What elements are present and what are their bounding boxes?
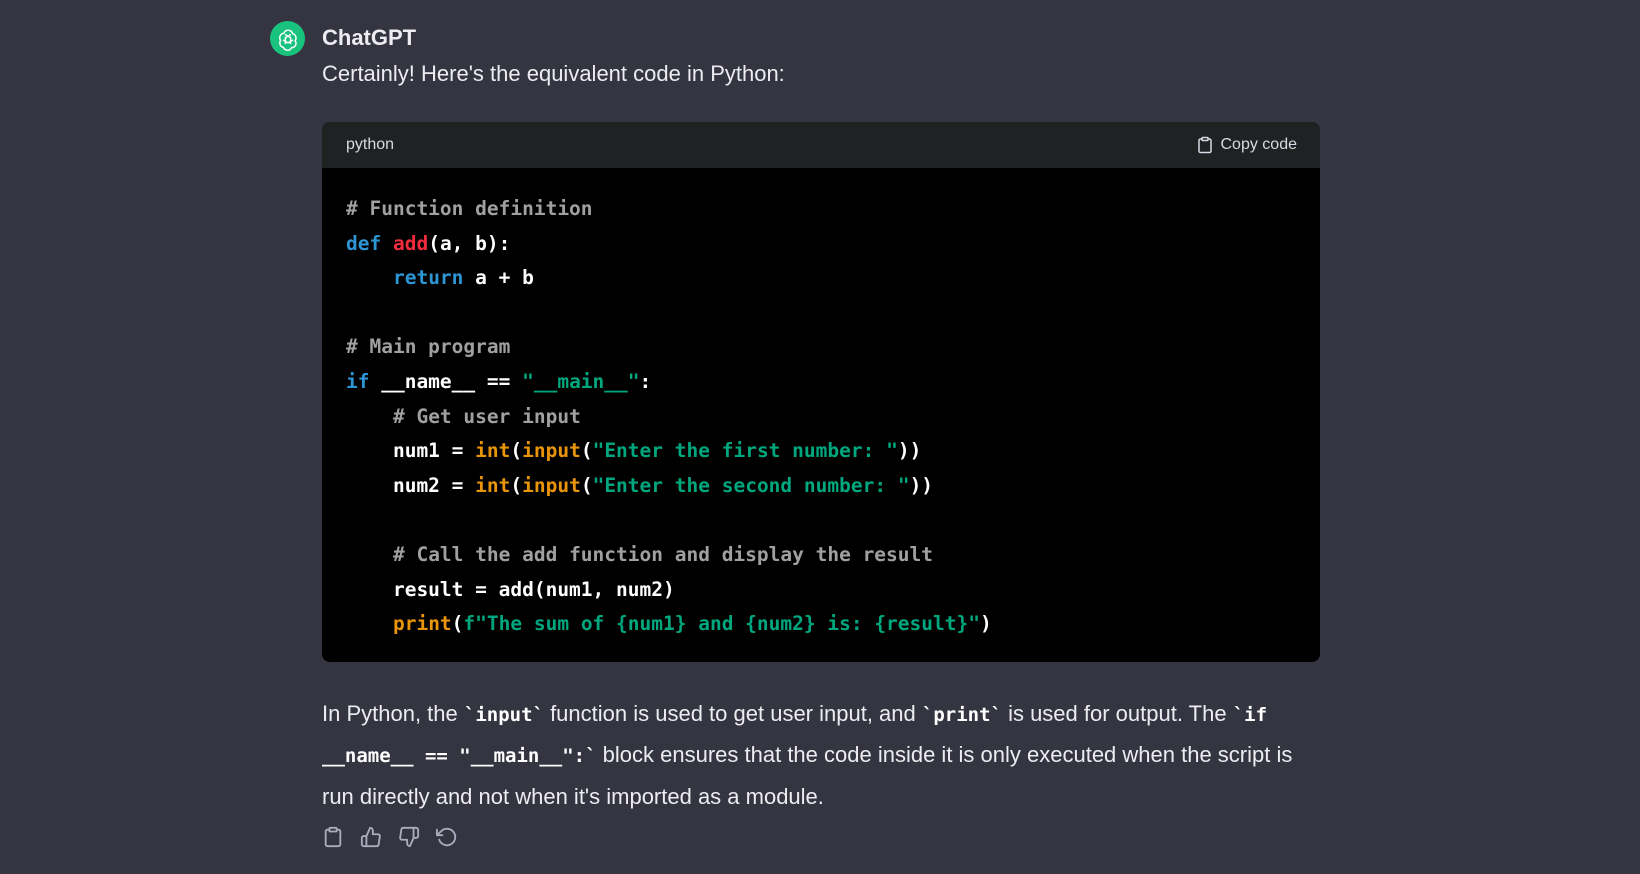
code-token-builtin: int — [475, 473, 511, 497]
code-token-string: "__main__" — [522, 369, 640, 393]
code-language-label: python — [346, 136, 395, 153]
code-token-plain: )) — [909, 473, 934, 497]
code-line: return a + b — [346, 261, 1296, 296]
code-token-plain: a + b — [463, 266, 534, 290]
code-line: # Main program — [346, 330, 1296, 365]
code-token-plain: __name__ == — [369, 369, 523, 393]
inline-code: `print` — [921, 703, 1002, 726]
code-line: num1 = int(input("Enter the first number… — [346, 434, 1296, 469]
code-line: def add(a, b): — [346, 227, 1296, 262]
code-block: python Copy code # Function definition de… — [322, 122, 1320, 662]
code-token-plain: ( — [510, 473, 523, 497]
sender-name: ChatGPT — [322, 25, 417, 50]
code-token-builtin: input — [522, 473, 581, 497]
explanation-text: In Python, the `input` function is used … — [322, 694, 1320, 818]
code-token-comment: # Get user input — [392, 404, 581, 428]
code-token-keyword: if — [346, 369, 370, 393]
explanation-segment: function is used to get user input, and — [543, 700, 922, 726]
code-token-string: "Enter the second number: " — [592, 473, 910, 497]
refresh-icon — [436, 828, 457, 847]
code-token-string: "Enter the first number: " — [592, 439, 898, 463]
code-line: if __name__ == "__main__": — [346, 365, 1296, 400]
explanation-segment: In Python, the — [322, 700, 464, 726]
code-token-func: add — [392, 231, 429, 255]
code-token-comment: # Main program — [346, 335, 511, 359]
code-line: result = add(num1, num2) — [346, 573, 1296, 608]
code-token-plain: num2 = — [346, 473, 476, 497]
clipboard-icon — [1197, 136, 1212, 154]
regenerate-button[interactable] — [436, 826, 458, 848]
code-token-plain: ( — [580, 473, 593, 497]
code-line: # Call the add function and display the … — [346, 538, 1296, 573]
code-line: num2 = int(input("Enter the second numbe… — [346, 469, 1296, 504]
chatgpt-avatar — [270, 21, 305, 56]
code-line: print(f"The sum of {num1} and {num2} is:… — [346, 607, 1296, 642]
code-token-plain: )) — [897, 439, 922, 463]
code-line: # Function definition — [346, 192, 1296, 227]
thumbs-up-icon — [360, 827, 381, 848]
code-token-comment: # Call the add function and display the … — [392, 542, 934, 566]
thumbs-up-button[interactable] — [360, 826, 382, 848]
code-token-plain: : — [639, 369, 652, 393]
code-token-plain: ( — [580, 439, 593, 463]
explanation-segment: is used for output. The — [1001, 700, 1233, 726]
copy-code-button[interactable]: Copy code — [1196, 136, 1298, 154]
code-token-keyword: return — [392, 266, 464, 290]
code-token-plain: ) — [979, 612, 992, 636]
intro-text: Certainly! Here's the equivalent code in… — [322, 61, 785, 86]
code-token-string: f"The sum of {num1} and {num2} is: {resu… — [463, 612, 980, 636]
thumbs-down-icon — [399, 827, 420, 848]
code-token-plain: result = add(num1, num2) — [346, 577, 675, 601]
code-token-plain: ( — [451, 612, 464, 636]
code-token-plain: (a, b): — [428, 231, 511, 255]
code-token-plain: ( — [510, 439, 523, 463]
code-token-keyword: def — [346, 231, 393, 255]
message-actions — [322, 825, 1320, 849]
code-token-plain: num1 = — [346, 439, 476, 463]
openai-logo-icon — [278, 28, 297, 51]
inline-code: `input` — [463, 703, 544, 726]
copy-code-label: Copy code — [1220, 136, 1298, 153]
thumbs-down-button[interactable] — [398, 826, 420, 848]
code-body: # Function definition def add(a, b): retu… — [322, 168, 1320, 662]
copy-response-button[interactable] — [322, 826, 344, 848]
code-block-header: python Copy code — [322, 122, 1320, 168]
clipboard-icon — [324, 827, 342, 848]
code-line: # Get user input — [346, 400, 1296, 435]
code-token-builtin: input — [522, 439, 581, 463]
code-token-builtin: print — [392, 612, 452, 636]
code-token-comment: # Function definition — [346, 197, 593, 220]
code-token-builtin: int — [475, 439, 511, 463]
